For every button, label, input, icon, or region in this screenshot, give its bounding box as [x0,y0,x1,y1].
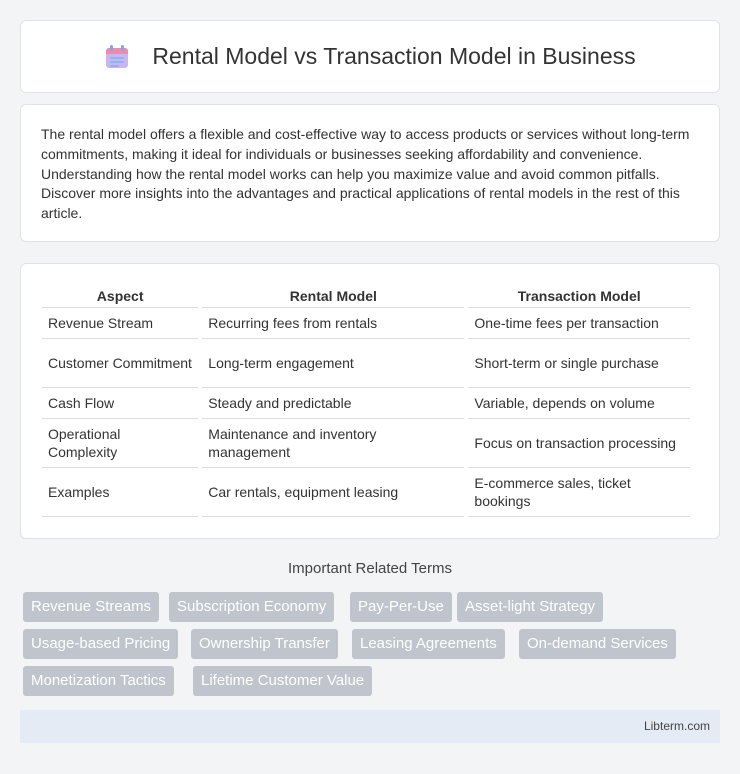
column-header: Rental Model [202,284,465,308]
table-cell: Operational Complexity [42,419,199,468]
tag-on-demand-services[interactable]: On-demand Services [519,629,676,659]
table-cell: Recurring fees from rentals [202,308,465,339]
tag-lifetime-customer-value[interactable]: Lifetime Customer Value [193,666,373,696]
table-cell: Variable, depends on volume [468,388,690,419]
column-header: Aspect [42,284,199,308]
table-cell: E-commerce sales, ticket bookings [468,468,690,517]
table-cell: One-time fees per transaction [468,308,690,339]
tag-revenue-streams[interactable]: Revenue Streams [23,592,160,622]
table-cell: Short-term or single purchase [468,339,690,388]
related-terms-title: Important Related Terms [288,560,452,577]
table-cell: Focus on transaction processing [468,419,690,468]
table-cell: Car rentals, equipment leasing [202,468,465,517]
page-title: Rental Model vs Transaction Model in Bus… [152,43,636,69]
table-row: Revenue Stream Recurring fees from renta… [42,308,690,339]
table-cell: Cash Flow [42,388,199,419]
tag-usage-based-pricing[interactable]: Usage-based Pricing [23,629,179,659]
calendar-icon [104,44,130,70]
table-row: Customer Commitment Long-term engagement… [42,339,690,388]
table-cell: Examples [42,468,199,517]
table-row: Examples Car rentals, equipment leasing … [42,468,690,517]
tag-asset-light-strategy[interactable]: Asset-light Strategy [457,592,604,622]
tag-monetization-tactics[interactable]: Monetization Tactics [23,666,174,696]
table-row: Cash Flow Steady and predictable Variabl… [42,388,690,419]
comparison-table: Aspect Rental Model Transaction Model Re… [38,284,694,517]
footer-site-link[interactable]: Libterm.com [644,719,710,733]
tag-ownership-transfer[interactable]: Ownership Transfer [191,629,338,659]
table-cell: Revenue Stream [42,308,199,339]
intro-paragraph: The rental model offers a flexible and c… [41,126,690,222]
table-cell: Steady and predictable [202,388,465,419]
intro-card: The rental model offers a flexible and c… [20,104,720,242]
column-header: Transaction Model [468,284,690,308]
comparison-table-card: Aspect Rental Model Transaction Model Re… [20,263,720,539]
footer: Libterm.com [20,710,720,743]
table-cell: Maintenance and inventory management [202,419,465,468]
tag-leasing-agreements[interactable]: Leasing Agreements [352,629,505,659]
table-row: Operational Complexity Maintenance and i… [42,419,690,468]
tag-pay-per-use[interactable]: Pay-Per-Use [350,592,452,622]
title-card: Rental Model vs Transaction Model in Bus… [20,20,720,93]
table-header-row: Aspect Rental Model Transaction Model [42,284,690,308]
table-cell: Long-term engagement [202,339,465,388]
tag-subscription-economy[interactable]: Subscription Economy [169,592,335,622]
table-cell: Customer Commitment [42,339,199,388]
